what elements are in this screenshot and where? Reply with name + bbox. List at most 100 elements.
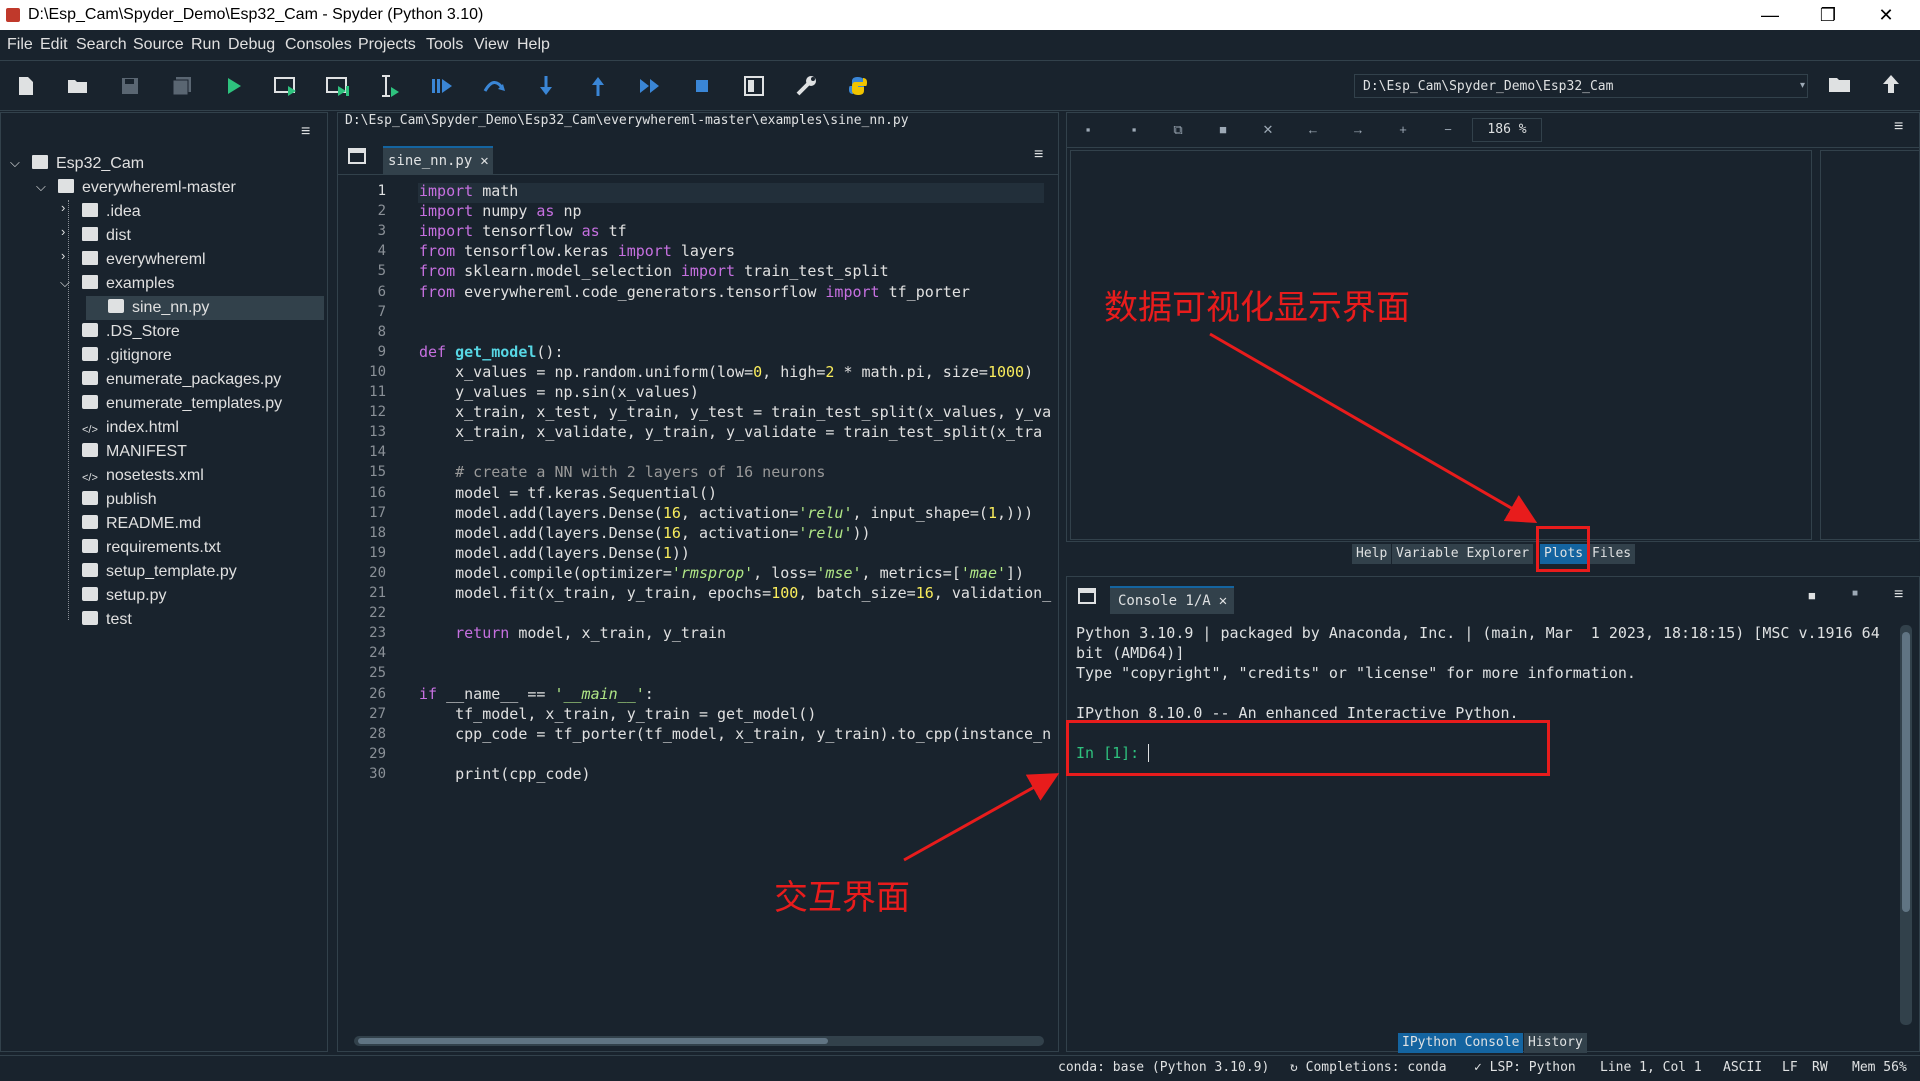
chevron-right-icon[interactable]: › (61, 224, 65, 239)
tab-files[interactable]: Files (1588, 544, 1636, 564)
open-folder-icon[interactable] (64, 72, 92, 100)
editor-options-icon[interactable]: ≡ (1034, 146, 1043, 164)
python-path-icon[interactable] (844, 72, 872, 100)
tree-item-idea[interactable]: .idea (82, 200, 141, 224)
tree-item-nosetests-xml[interactable]: </> nosetests.xml (82, 464, 204, 488)
save-all-icon[interactable] (168, 72, 196, 100)
code-line[interactable]: return model, x_train, y_train (419, 624, 726, 642)
tree-item-readme-md[interactable]: README.md (82, 512, 201, 536)
chevron-down-icon[interactable]: ⌵ (60, 275, 70, 291)
code-line[interactable]: model.compile(optimizer='rmsprop', loss=… (419, 564, 1024, 582)
editor-scrollbar-thumb[interactable] (358, 1038, 828, 1044)
plots-options-icon[interactable]: ≡ (1894, 118, 1903, 136)
menu-run[interactable]: Run (191, 36, 220, 54)
tree-item-publish[interactable]: publish (82, 488, 157, 512)
console-options-icon[interactable]: ≡ (1894, 586, 1903, 604)
tab-variable-explorer[interactable]: Variable Explorer (1392, 544, 1534, 564)
menu-source[interactable]: Source (133, 36, 184, 54)
browse-tabs-icon[interactable] (348, 148, 366, 169)
step-icon[interactable] (480, 72, 508, 100)
tree-item-setup-py[interactable]: setup.py (82, 584, 166, 608)
tree-item-everywhereml-master[interactable]: everywhereml-master (58, 176, 236, 200)
menu-projects[interactable]: Projects (358, 36, 416, 54)
chevron-right-icon[interactable]: › (61, 248, 65, 263)
new-file-icon[interactable] (12, 72, 40, 100)
interrupt-kernel-icon[interactable]: ■ (1852, 588, 1858, 599)
run-icon[interactable] (220, 72, 248, 100)
run-cell-advance-icon[interactable] (324, 72, 352, 100)
previous-plot-icon[interactable]: ← (1303, 122, 1323, 140)
next-plot-icon[interactable]: → (1348, 122, 1368, 140)
tree-item-ds-store[interactable]: .DS_Store (82, 320, 180, 344)
run-cell-icon[interactable] (272, 72, 300, 100)
plot-thumbnails[interactable] (1820, 150, 1920, 540)
tree-item-index-html[interactable]: </> index.html (82, 416, 179, 440)
code-line[interactable]: y_values = np.sin(x_values) (419, 383, 699, 401)
tree-item-enumerate-packages[interactable]: enumerate_packages.py (82, 368, 281, 392)
menu-tools[interactable]: Tools (426, 36, 463, 54)
tab-help[interactable]: Help (1352, 544, 1392, 564)
zoom-in-icon[interactable]: + (1393, 122, 1413, 140)
menu-edit[interactable]: Edit (40, 36, 68, 54)
tree-item-enumerate-templates[interactable]: enumerate_templates.py (82, 392, 282, 416)
zoom-out-icon[interactable]: − (1438, 122, 1458, 140)
code-line[interactable]: model.add(layers.Dense(16, activation='r… (419, 504, 1033, 522)
browse-directory-icon[interactable] (1828, 74, 1852, 99)
tree-item-setup-template-py[interactable]: setup_template.py (82, 560, 237, 584)
chevron-down-icon[interactable]: ⌵ (36, 179, 46, 195)
code-line[interactable]: model.fit(x_train, y_train, epochs=100, … (419, 584, 1051, 602)
code-line[interactable]: x_values = np.random.uniform(low=0, high… (419, 363, 1033, 381)
console-input-area[interactable] (1076, 740, 1886, 1040)
maximize-pane-icon[interactable] (740, 72, 768, 100)
code-line[interactable]: print(cpp_code) (419, 765, 590, 783)
tree-item-gitignore[interactable]: .gitignore (82, 344, 172, 368)
code-line[interactable]: model.add(layers.Dense(1)) (419, 544, 690, 562)
continue-icon[interactable] (636, 72, 664, 100)
menu-file[interactable]: File (7, 36, 33, 54)
browse-console-tabs-icon[interactable] (1078, 588, 1096, 609)
save-plot-icon[interactable]: ▪ (1078, 122, 1098, 140)
restore-button[interactable]: ❐ (1806, 3, 1850, 27)
console-scrollbar-thumb[interactable] (1902, 632, 1910, 912)
code-line[interactable]: model = tf.keras.Sequential() (419, 484, 717, 502)
code-line[interactable]: if __name__ == '__main__': (419, 685, 654, 703)
tree-item-dist[interactable]: dist (82, 224, 131, 248)
working-directory-dropdown-icon[interactable]: ▾ (1800, 80, 1805, 91)
debug-icon[interactable] (428, 72, 456, 100)
close-tab-icon[interactable]: ✕ (480, 153, 488, 169)
code-line[interactable]: tf_model, x_train, y_train = get_model() (419, 705, 816, 723)
close-console-icon[interactable]: ✕ (1219, 593, 1227, 609)
tree-root-esp32-cam[interactable]: Esp32_Cam (32, 152, 144, 176)
zoom-level-field[interactable]: 186 % (1472, 118, 1542, 142)
chevron-right-icon[interactable]: › (61, 200, 65, 215)
code-line[interactable]: import math (419, 182, 518, 200)
tab-history[interactable]: History (1524, 1033, 1587, 1053)
code-line[interactable]: from sklearn.model_selection import trai… (419, 262, 889, 280)
tree-item-test[interactable]: test (82, 608, 132, 632)
code-line[interactable]: def get_model(): (419, 343, 564, 361)
chevron-down-icon[interactable]: ⌵ (10, 155, 20, 171)
code-line[interactable]: x_train, x_test, y_train, y_test = train… (419, 403, 1051, 421)
panel-options-icon[interactable]: ≡ (301, 123, 310, 141)
run-selection-icon[interactable] (376, 72, 404, 100)
menu-debug[interactable]: Debug (228, 36, 275, 54)
menu-consoles[interactable]: Consoles (285, 36, 352, 54)
clear-console-icon[interactable]: ■ (1808, 588, 1816, 603)
tree-item-examples[interactable]: examples (82, 272, 174, 296)
preferences-icon[interactable] (792, 72, 820, 100)
step-into-icon[interactable] (532, 72, 560, 100)
working-directory-input[interactable]: D:\Esp_Cam\Spyder_Demo\Esp32_Cam (1354, 74, 1808, 98)
menu-help[interactable]: Help (517, 36, 550, 54)
tree-item-everywhereml[interactable]: everywhereml (82, 248, 206, 272)
tab-ipython-console[interactable]: IPython Console (1398, 1033, 1524, 1053)
minimize-button[interactable]: — (1748, 3, 1792, 27)
code-line[interactable]: cpp_code = tf_porter(tf_model, x_train, … (419, 725, 1051, 743)
code-line[interactable]: from tensorflow.keras import layers (419, 242, 735, 260)
close-button[interactable]: ✕ (1864, 3, 1908, 27)
code-line[interactable]: import numpy as np (419, 202, 582, 220)
save-icon[interactable] (116, 72, 144, 100)
stop-icon[interactable] (688, 72, 716, 100)
tree-item-manifest[interactable]: MANIFEST (82, 440, 187, 464)
tab-sine-nn-py[interactable]: sine_nn.py ✕ (383, 146, 493, 174)
save-all-plots-icon[interactable]: ▪ (1124, 122, 1144, 140)
